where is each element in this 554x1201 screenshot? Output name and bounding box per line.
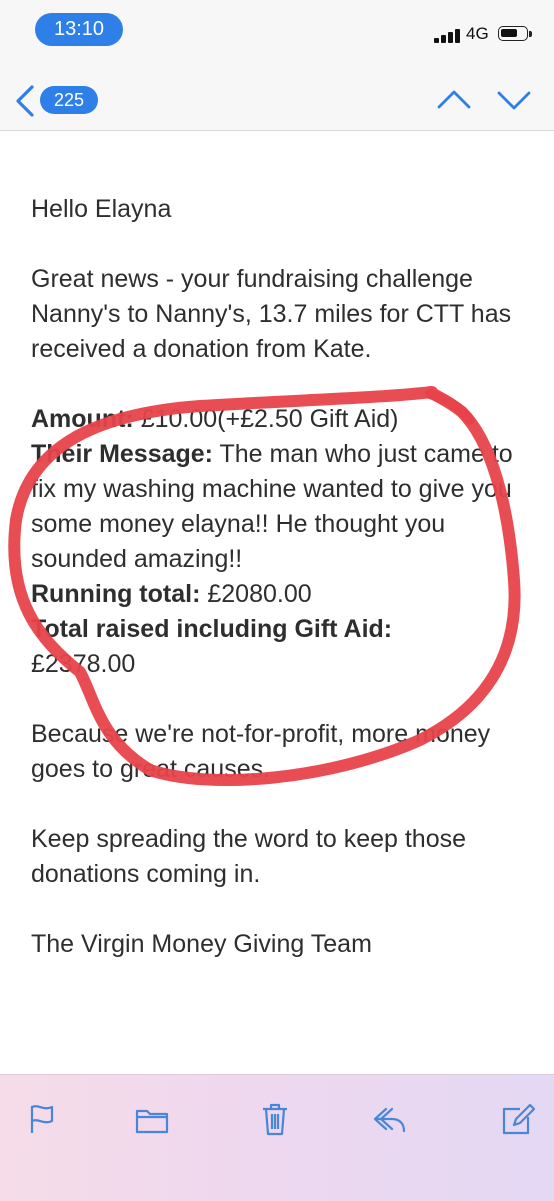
chevron-down-icon (497, 91, 531, 110)
flag-icon (30, 1105, 54, 1133)
amount-value: £10.00(+£2.50 Gift Aid) (133, 405, 399, 433)
mail-toolbar (0, 1074, 554, 1201)
message-label: Their Message: (31, 440, 214, 468)
greeting: Hello Elayna (31, 195, 172, 223)
message-count-badge: 225 (40, 86, 98, 114)
total-raised-value: £2378.00 (31, 650, 136, 678)
reply-button[interactable] (370, 1099, 410, 1139)
amount-line: Amount: £10.00(+£2.50 Gift Aid) (31, 402, 526, 437)
status-time[interactable]: 13:10 (35, 13, 123, 46)
nonprofit-paragraph: Because we're not-for-profit, more money… (31, 720, 491, 783)
email-body: Hello Elayna Great news - your fundraisi… (31, 192, 526, 962)
running-total-line: Running total: £2080.00 (31, 577, 526, 612)
chevron-left-icon (16, 85, 34, 117)
back-button[interactable]: 225 (8, 80, 108, 120)
folder-icon (135, 1109, 169, 1134)
compose-icon (502, 1103, 536, 1135)
signal-icon (434, 27, 466, 43)
reply-icon (373, 1107, 406, 1133)
mail-nav-bar: 225 (0, 58, 554, 131)
compose-button[interactable] (498, 1099, 538, 1139)
next-message-button[interactable] (494, 80, 534, 120)
network-type: 4G (466, 24, 489, 43)
status-bar: 13:10 4G (0, 0, 554, 58)
delete-button[interactable] (255, 1099, 295, 1139)
total-raised-label: Total raised including Gift Aid: (31, 615, 393, 643)
battery-icon (498, 26, 528, 41)
amount-label: Amount: (31, 405, 134, 433)
running-total-value: £2080.00 (200, 580, 312, 608)
flag-button[interactable] (22, 1099, 62, 1139)
move-to-folder-button[interactable] (132, 1099, 172, 1139)
spread-word-paragraph: Keep spreading the word to keep those do… (31, 825, 467, 888)
message-line: Their Message: The man who just came to … (31, 437, 526, 577)
signoff: The Virgin Money Giving Team (31, 930, 372, 958)
battery-nub (529, 31, 532, 37)
previous-message-button[interactable] (434, 80, 474, 120)
chevron-up-icon (437, 90, 471, 109)
intro-paragraph: Great news - your fundraising challenge … (31, 265, 512, 363)
running-total-label: Running total: (31, 580, 201, 608)
trash-icon (263, 1103, 287, 1136)
